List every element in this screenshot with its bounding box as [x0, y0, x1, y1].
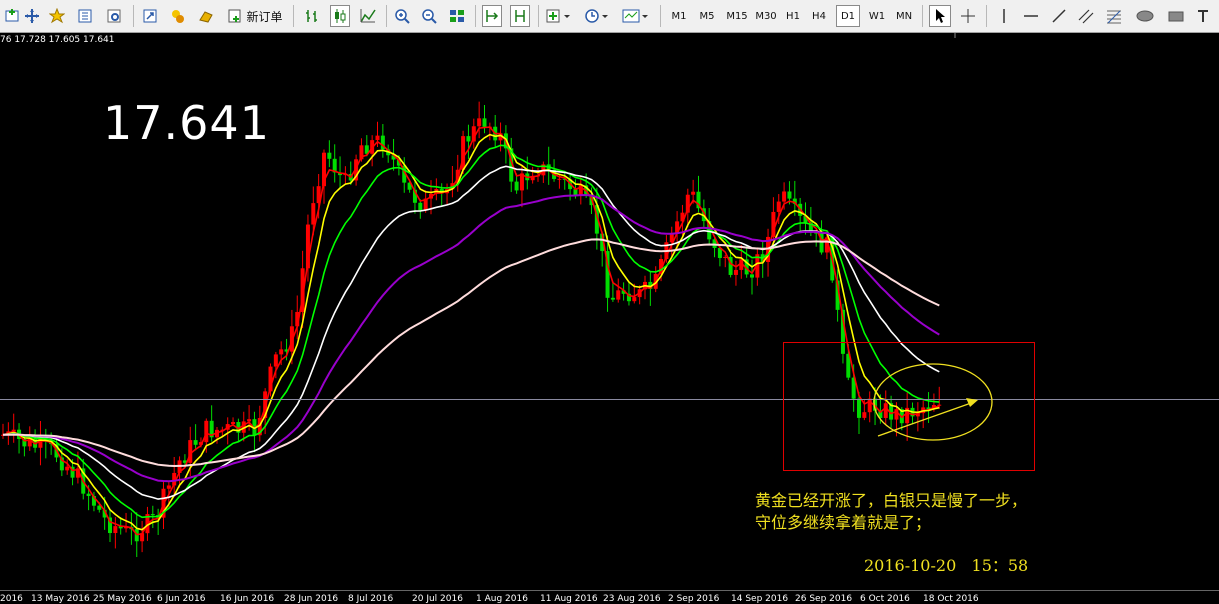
- horizontal-line-icon[interactable]: [1021, 5, 1041, 27]
- annotation-line-1: 黄金已经开涨了，白银只是慢了一步，: [755, 491, 1028, 510]
- new-order-icon: [228, 9, 241, 23]
- candle-body: [616, 290, 621, 300]
- candle-body: [610, 297, 615, 300]
- crosshair-icon[interactable]: [23, 5, 41, 27]
- candle-body: [86, 493, 91, 497]
- candle-body: [750, 274, 754, 278]
- candle-body: [150, 514, 155, 516]
- candlestick-icon[interactable]: [330, 5, 350, 27]
- candle-body: [857, 398, 861, 418]
- candle-body: [247, 419, 252, 422]
- candle-body: [477, 118, 482, 127]
- candle-body: [418, 202, 423, 211]
- candle-body: [65, 466, 70, 471]
- fibonacci-icon[interactable]: [1104, 5, 1124, 27]
- candle-body: [782, 191, 787, 202]
- fullscreen-icon[interactable]: [141, 5, 159, 27]
- candle-body: [514, 181, 519, 191]
- candle-body: [327, 152, 332, 159]
- timeframe-h4[interactable]: H4: [808, 5, 830, 27]
- candle-body: [166, 485, 171, 489]
- candle-body: [691, 191, 696, 195]
- periods-icon[interactable]: [582, 5, 612, 27]
- tile-windows-icon[interactable]: [447, 5, 467, 27]
- indicators-icon[interactable]: [544, 5, 574, 27]
- timeframe-m15[interactable]: M15: [723, 5, 751, 27]
- timeframe-d1[interactable]: D1: [836, 5, 860, 27]
- scroll-end-icon[interactable]: [482, 5, 502, 27]
- chart-toolbar: 新订单 M1 M5 M15 M30 H1 H4 D1 W1 MN: [0, 0, 1219, 33]
- new-order-button[interactable]: 新订单: [225, 5, 285, 27]
- zoom-out-icon[interactable]: [419, 5, 439, 27]
- channel-icon[interactable]: [1076, 5, 1096, 27]
- candle-body: [723, 256, 728, 258]
- line-chart-icon[interactable]: [358, 5, 378, 27]
- gold-icon[interactable]: [197, 5, 215, 27]
- candle-body: [776, 201, 781, 212]
- rectangle-icon[interactable]: [1165, 5, 1187, 27]
- candle-body: [193, 440, 198, 445]
- trendline-icon[interactable]: [1049, 5, 1069, 27]
- timeframe-m1[interactable]: M1: [667, 5, 691, 27]
- timeframe-mn[interactable]: MN: [892, 5, 916, 27]
- navigator-icon[interactable]: [76, 5, 94, 27]
- candle-body: [787, 191, 792, 199]
- candle-body: [557, 178, 562, 180]
- candle-body: [632, 297, 637, 302]
- text-icon[interactable]: [1193, 5, 1213, 27]
- annotation-line-2: 守位多继续拿着就是了；: [755, 513, 932, 532]
- candle-body: [279, 349, 284, 355]
- timeframe-w1[interactable]: W1: [865, 5, 889, 27]
- timeframe-m30[interactable]: M30: [752, 5, 780, 27]
- favorites-icon[interactable]: [48, 5, 66, 27]
- timeframe-m5[interactable]: M5: [695, 5, 719, 27]
- candle-body: [375, 135, 380, 141]
- candle-body: [231, 422, 236, 425]
- annotation-timestamp: 2016-10-20 15：58: [864, 556, 1029, 575]
- candle-body: [311, 203, 316, 225]
- current-price-label: 17.641: [103, 96, 270, 150]
- ellipse-icon[interactable]: [1133, 5, 1157, 27]
- ohlc-readout: 76 17.728 17.605 17.641: [0, 35, 115, 45]
- templates-icon[interactable]: [620, 5, 652, 27]
- data-window-icon[interactable]: [105, 5, 123, 27]
- zoom-in-icon[interactable]: [392, 5, 412, 27]
- new-chart-icon[interactable]: [3, 5, 21, 27]
- candle-body: [273, 354, 278, 367]
- candle-body: [482, 118, 487, 127]
- autoscroll-icon[interactable]: [510, 5, 530, 27]
- crosshair-tool-icon[interactable]: [958, 5, 978, 27]
- vertical-line-icon[interactable]: [994, 5, 1014, 27]
- timeframe-h1[interactable]: H1: [782, 5, 804, 27]
- candle-body: [862, 412, 867, 418]
- market-watch-icon[interactable]: [169, 5, 187, 27]
- candle-body: [113, 526, 118, 534]
- new-order-label: 新订单: [246, 9, 283, 24]
- candle-body: [204, 420, 209, 443]
- candle-body: [466, 136, 471, 142]
- annotation-comment: 黄金已经开涨了，白银只是慢了一步， 守位多继续拿着就是了；: [755, 490, 1027, 534]
- candle-body: [883, 403, 888, 418]
- cursor-icon[interactable]: [929, 5, 951, 27]
- candle-body: [733, 269, 738, 275]
- bar-chart-icon[interactable]: [302, 5, 322, 27]
- candle-body: [937, 404, 942, 406]
